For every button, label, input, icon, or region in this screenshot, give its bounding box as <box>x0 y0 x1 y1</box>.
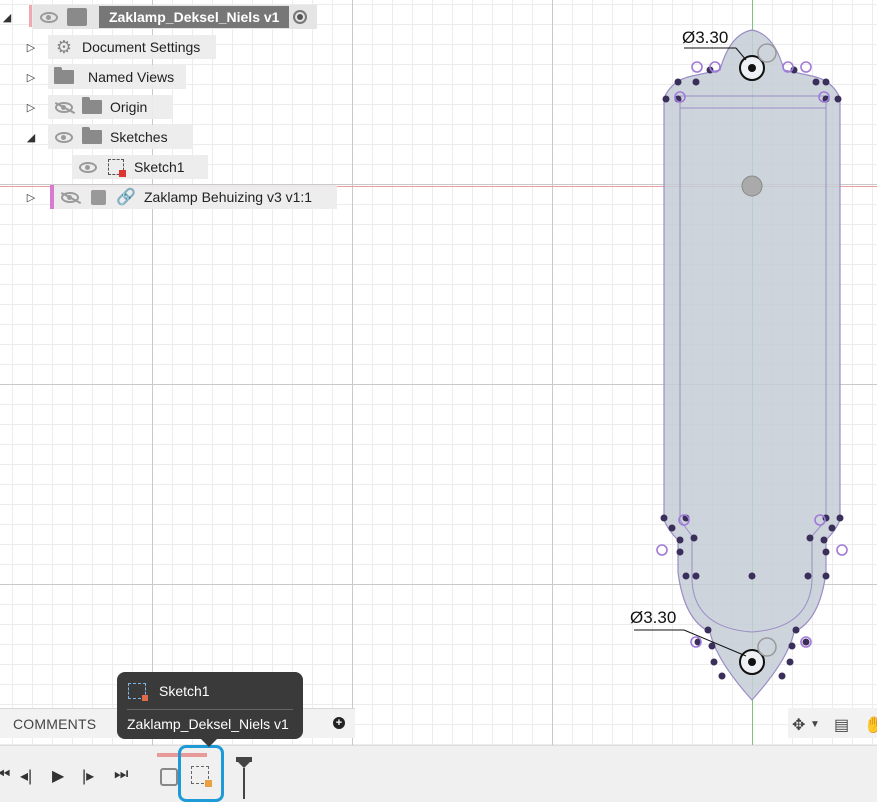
open-point[interactable] <box>691 61 703 73</box>
constraint-point[interactable] <box>682 572 690 580</box>
sketch-icon <box>191 766 212 787</box>
browser-root[interactable]: Zaklamp_Deksel_Niels v1 <box>33 5 317 29</box>
constraint-point[interactable] <box>786 658 794 666</box>
constraint-point[interactable] <box>834 95 842 103</box>
constraint-point[interactable] <box>710 658 718 666</box>
play-icon[interactable]: ▶ <box>52 766 64 786</box>
sketch-icon <box>128 683 148 701</box>
expand-document-settings-icon[interactable]: ▷ <box>26 41 36 54</box>
sketch-profile-outer[interactable] <box>663 29 841 701</box>
constraint-point[interactable] <box>828 524 836 532</box>
expand-origin-icon[interactable]: ▷ <box>26 101 36 114</box>
plus-circle-icon[interactable]: + <box>333 717 345 729</box>
open-point[interactable] <box>800 61 812 73</box>
constraint-point[interactable] <box>676 548 684 556</box>
constraint-point[interactable] <box>822 78 830 86</box>
constraint-point[interactable] <box>820 536 828 544</box>
item-label: Origin <box>110 99 148 115</box>
constraint-point[interactable] <box>692 572 700 580</box>
constraint-point[interactable] <box>788 642 796 650</box>
timeline-feature-sketch1[interactable] <box>178 745 224 802</box>
pan-icon[interactable]: ✋ <box>864 715 877 735</box>
item-label: Document Settings <box>82 39 201 55</box>
constraint-point[interactable] <box>692 78 700 86</box>
constraint-point[interactable] <box>802 638 810 646</box>
gear-icon: ⚙ <box>55 36 73 57</box>
constraint-point[interactable] <box>676 536 684 544</box>
constraint-point[interactable] <box>822 548 830 556</box>
tooltip-subtitle: Zaklamp_Deksel_Niels v1 <box>127 716 289 732</box>
display-settings-icon[interactable]: ▤ <box>834 715 849 735</box>
constraint-point[interactable] <box>674 78 682 86</box>
top-hole-center <box>748 64 756 72</box>
item-label: Named Views <box>88 69 175 85</box>
collapse-sketches-icon[interactable]: ◢ <box>26 131 36 144</box>
constraint-point[interactable] <box>718 672 726 680</box>
item-label: Sketches <box>110 129 168 145</box>
constraint-point[interactable] <box>662 95 670 103</box>
timeline-feature-link[interactable] <box>160 768 178 786</box>
step-forward-icon[interactable]: |▸ <box>82 766 94 786</box>
constraint-point[interactable] <box>792 626 800 634</box>
origin-point[interactable] <box>741 175 763 197</box>
dimension-bottom[interactable]: Ø3.30 <box>630 608 676 628</box>
folder-icon <box>82 97 102 115</box>
comments-label: COMMENTS <box>13 716 97 732</box>
constraint-point[interactable] <box>690 534 698 542</box>
expand-named-views-icon[interactable]: ▷ <box>26 71 36 84</box>
browser-item-sketch1[interactable]: Sketch1 <box>72 155 208 179</box>
root-label: Zaklamp_Deksel_Niels v1 <box>99 6 290 28</box>
constraint-point[interactable] <box>806 534 814 542</box>
skip-to-end-icon[interactable]: ⏭ <box>114 766 128 784</box>
skip-to-start-icon[interactable]: ⏮ <box>0 766 10 784</box>
constraint-point[interactable] <box>668 524 676 532</box>
navigation-toolbar: ✥ ▼ ▤ ✋ <box>788 708 877 738</box>
eye-icon[interactable] <box>54 129 74 145</box>
step-back-icon[interactable]: ◂| <box>20 766 32 786</box>
activate-radio-icon[interactable] <box>293 10 307 24</box>
eye-hidden-icon[interactable] <box>60 189 80 205</box>
eye-icon[interactable] <box>39 9 59 25</box>
constraint-point[interactable] <box>812 78 820 86</box>
browser-item-sketches[interactable]: Sketches <box>48 125 193 149</box>
constraint-point[interactable] <box>748 572 756 580</box>
folder-icon <box>54 67 74 85</box>
eye-hidden-icon[interactable] <box>54 99 74 115</box>
sketch-icon <box>106 159 126 177</box>
open-point[interactable] <box>656 544 668 556</box>
constraint-point[interactable] <box>822 572 830 580</box>
chevron-down-icon[interactable]: ▼ <box>810 719 820 730</box>
constraint-point[interactable] <box>704 626 712 634</box>
constraint-point[interactable] <box>778 672 786 680</box>
active-marker <box>29 5 32 27</box>
browser-item-zaklamp-behuizing[interactable]: 🔗 Zaklamp Behuizing v3 v1:1 <box>54 185 337 209</box>
browser-item-named-views[interactable]: Named Views <box>48 65 186 89</box>
document-icon <box>67 8 87 26</box>
open-point[interactable] <box>836 544 848 556</box>
collapse-root-icon[interactable]: ◢ <box>2 11 12 24</box>
tooltip-title: Sketch1 <box>159 683 210 699</box>
constraint-point[interactable] <box>836 514 844 522</box>
constraint-point[interactable] <box>708 642 716 650</box>
tooltip-divider <box>127 709 293 710</box>
constraint-point[interactable] <box>804 572 812 580</box>
orbit-icon[interactable]: ✥ <box>792 715 805 735</box>
expand-component-icon[interactable]: ▷ <box>26 191 36 204</box>
component-icon <box>88 189 108 205</box>
dimension-top[interactable]: Ø3.30 <box>682 28 728 48</box>
item-label: Zaklamp Behuizing v3 v1:1 <box>144 189 313 205</box>
eye-icon[interactable] <box>78 159 98 175</box>
tooltip: Sketch1 Zaklamp_Deksel_Niels v1 <box>117 672 303 747</box>
browser-item-origin[interactable]: Origin <box>48 95 172 119</box>
link-icon: 🔗 <box>116 189 136 206</box>
bottom-hole-center <box>748 658 756 666</box>
folder-icon <box>82 127 102 145</box>
item-label: Sketch1 <box>134 159 185 175</box>
timeline-bar: ⏮ ◂| ▶ |▸ ⏭ <box>0 745 877 802</box>
timeline-end-marker[interactable] <box>235 757 253 799</box>
constraint-point[interactable] <box>660 514 668 522</box>
browser-item-document-settings[interactable]: ⚙ Document Settings <box>48 35 216 59</box>
